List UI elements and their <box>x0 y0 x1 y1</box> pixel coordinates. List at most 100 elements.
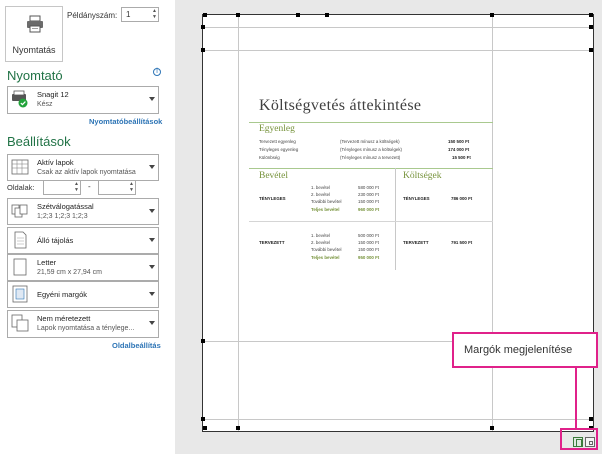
sheet-grid-icon <box>11 159 29 175</box>
income-total-name: Teljes bevétel <box>311 255 340 260</box>
spin-down-icon[interactable]: ▼ <box>152 15 157 20</box>
divider <box>249 168 493 169</box>
margin-handle[interactable] <box>201 25 205 29</box>
margin-handle[interactable] <box>589 48 593 52</box>
income-heading: Bevétel <box>259 171 289 181</box>
income-total-value: 960 000 Ft <box>358 207 380 212</box>
balance-row-desc: (Tényleges mínusz a tervezett) <box>340 155 401 160</box>
margin-line-top[interactable] <box>203 50 593 51</box>
collate-icon <box>11 204 28 218</box>
copies-spinner[interactable]: 1 ▲ ▼ <box>121 7 159 22</box>
zoom-to-page-button[interactable] <box>585 437 595 447</box>
margins-dropdown[interactable]: Egyéni margók <box>7 281 159 308</box>
planned-income-label: TERVEZETT <box>259 240 285 245</box>
margin-handle[interactable] <box>203 13 207 17</box>
copies-label: Példányszám: <box>67 11 118 20</box>
scaling-desc: Lapok nyomtatása a ténylege... <box>37 325 135 332</box>
margin-handle[interactable] <box>236 13 240 17</box>
printer-dropdown[interactable]: Snagit 12 Kész <box>7 86 159 114</box>
chevron-down-icon <box>149 208 155 213</box>
paper-size-dropdown[interactable]: Letter 21,59 cm x 27,94 cm <box>7 254 159 281</box>
orientation-dropdown[interactable]: Álló tájolás <box>7 227 159 254</box>
margin-handle[interactable] <box>325 13 329 17</box>
margin-line-footer[interactable] <box>203 419 593 420</box>
margin-handle[interactable] <box>589 25 593 29</box>
income-item-value: 580 000 Ft <box>358 185 379 190</box>
margin-line-right[interactable] <box>492 15 493 431</box>
collate-dropdown[interactable]: Szétválogatással 1;2;3 1;2;3 1;2;3 <box>7 198 159 225</box>
planned-expense-label: TERVEZETT <box>403 240 429 245</box>
divider <box>249 122 493 123</box>
paper-size-desc: 21,59 cm x 27,94 cm <box>37 269 102 276</box>
printer-icon <box>27 15 43 33</box>
printer-properties-link[interactable]: Nyomtatóbeállítások <box>89 117 162 126</box>
income-total-name: Teljes bevétel <box>311 207 340 212</box>
chevron-down-icon <box>149 97 155 101</box>
collate-title: Szétválogatással <box>37 202 94 211</box>
margin-handle[interactable] <box>201 417 205 421</box>
spin-down-icon[interactable]: ▼ <box>74 188 79 193</box>
scaling-dropdown[interactable]: Nem méretezett Lapok nyomtatása a tényle… <box>7 310 159 338</box>
printer-section-title: Nyomtató <box>7 68 63 83</box>
income-item-name: 1. bevétel <box>311 185 331 190</box>
pages-dash: - <box>88 182 91 191</box>
margins-icon <box>12 285 28 303</box>
income-item-name: 2. bevétel <box>311 240 331 245</box>
income-item-value: 150 000 Ft <box>358 240 379 245</box>
chevron-down-icon <box>149 164 155 169</box>
income-item-name: További bevétel <box>311 247 342 252</box>
print-scope-dropdown[interactable]: Aktív lapok Csak az aktív lapok nyomtatá… <box>7 154 159 181</box>
margin-handle[interactable] <box>296 13 300 17</box>
balance-row-value: 174 000 Ft <box>448 147 470 152</box>
chevron-down-icon <box>149 291 155 296</box>
spin-down-icon[interactable]: ▼ <box>129 188 134 193</box>
orientation-value: Álló tájolás <box>37 236 74 245</box>
margins-value: Egyéni margók <box>37 290 88 299</box>
balance-row-value: 150 500 Ft <box>448 139 470 144</box>
callout-connector <box>575 366 577 428</box>
margin-handle[interactable] <box>490 13 494 17</box>
expense-heading: Költségek <box>403 171 442 181</box>
income-item-name: 2. bevétel <box>311 192 331 197</box>
pages-to-input[interactable]: ▲ ▼ <box>98 180 136 195</box>
balance-row-label: Különbség <box>259 155 280 160</box>
balance-row-label: Tervezett egyenleg <box>259 139 296 144</box>
actual-expense-value: 786 000 Ft <box>451 196 473 201</box>
print-scope-desc: Csak az aktív lapok nyomtatása <box>37 169 136 176</box>
print-button-label: Nyomtatás <box>12 45 56 55</box>
actual-expense-label: TÉNYLEGES <box>403 196 430 201</box>
actual-income-label: TÉNYLEGES <box>259 196 286 201</box>
income-item-value: 150 000 Ft <box>358 199 379 204</box>
print-preview-page: Költségvetés áttekintése Egyenleg Tervez… <box>201 13 594 432</box>
income-item-name: További bevétel <box>311 199 342 204</box>
balance-row-label: Tényleges egyenleg <box>259 147 299 152</box>
margin-handle[interactable] <box>201 339 205 343</box>
margin-handle[interactable] <box>589 13 593 17</box>
margin-handle[interactable] <box>201 48 205 52</box>
printer-name: Snagit 12 <box>37 90 69 99</box>
margin-handle[interactable] <box>589 417 593 421</box>
income-item-value: 150 000 Ft <box>358 247 379 252</box>
margin-handle[interactable] <box>203 426 207 430</box>
income-item-name: 1. bevétel <box>311 233 331 238</box>
margin-line-left[interactable] <box>238 15 239 431</box>
print-scope-title: Aktív lapok <box>37 158 74 167</box>
pages-from-input[interactable]: ▲ ▼ <box>43 180 81 195</box>
print-button[interactable]: Nyomtatás <box>5 6 63 62</box>
print-settings-panel: Nyomtatás Példányszám: 1 ▲ ▼ Nyomtató i … <box>0 0 175 454</box>
income-item-value: 230 000 Ft <box>358 192 379 197</box>
balance-row-value: 15 500 Ft <box>452 155 471 160</box>
planned-expense-value: 791 500 Ft <box>451 240 473 245</box>
balance-heading: Egyenleg <box>259 124 295 134</box>
collate-desc: 1;2;3 1;2;3 1;2;3 <box>37 213 88 220</box>
scaling-title: Nem méretezett <box>37 314 91 323</box>
page-setup-link[interactable]: Oldalbeállítás <box>112 341 161 350</box>
show-margins-button[interactable] <box>573 437 583 447</box>
show-margins-callout: Margók megjelenítése <box>452 332 598 368</box>
margin-line-header[interactable] <box>203 27 593 28</box>
margin-handle[interactable] <box>490 426 494 430</box>
chevron-down-icon <box>149 264 155 269</box>
chevron-down-icon <box>149 237 155 242</box>
info-icon[interactable]: i <box>153 68 161 76</box>
margin-handle[interactable] <box>236 426 240 430</box>
